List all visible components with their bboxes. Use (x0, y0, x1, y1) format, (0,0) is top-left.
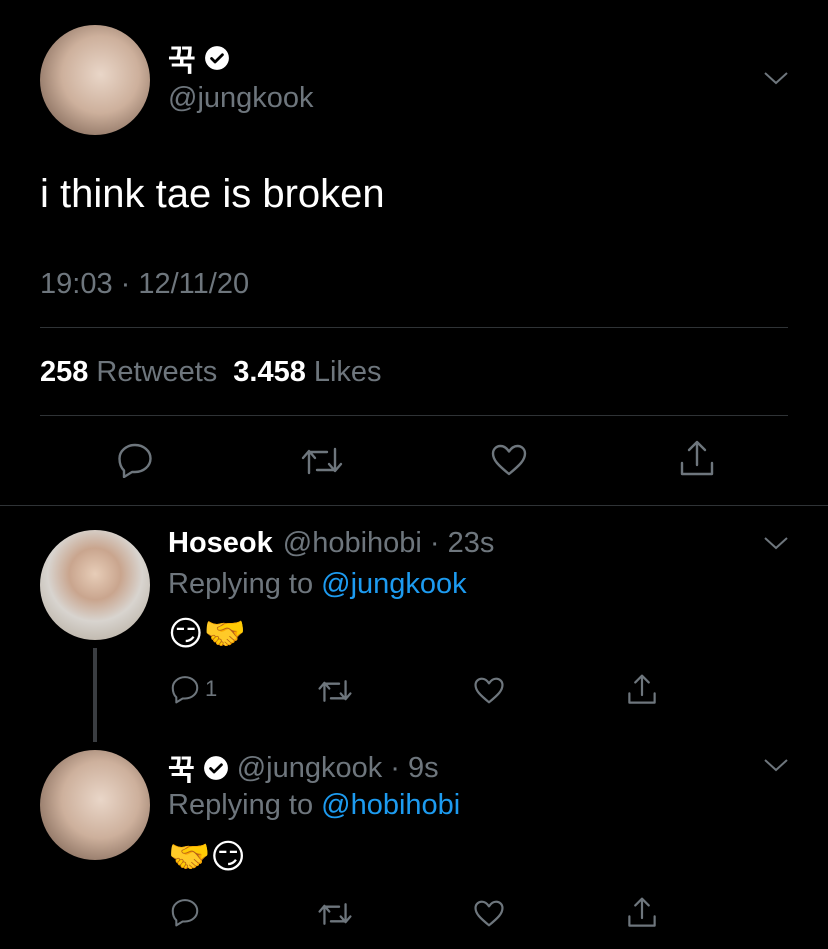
retweet-icon[interactable] (317, 901, 353, 927)
share-icon[interactable] (626, 673, 658, 707)
divider (0, 505, 828, 506)
reply-header: Hoseok @hobihobi · 23s (168, 527, 494, 560)
replying-to-mention[interactable]: @hobihobi (321, 789, 460, 821)
retweet-icon[interactable] (317, 678, 353, 704)
main-tweet-stats: 258 Retweets 3.458 Likes (40, 356, 382, 389)
replying-to-mention[interactable]: @jungkook (321, 568, 467, 600)
avatar-jungkook[interactable] (40, 750, 150, 860)
main-tweet-text: i think tae is broken (40, 172, 385, 216)
thread-line (93, 648, 97, 742)
reply-icon (170, 674, 200, 704)
replying-to-prefix: Replying to (168, 568, 314, 600)
avatar-hoseok[interactable] (40, 530, 150, 640)
reply-emoji-text: 😏🤝 (168, 614, 246, 654)
reply-count: 1 (205, 676, 218, 701)
chevron-down-icon[interactable] (763, 535, 789, 551)
reply-action-reply[interactable]: 1 (170, 674, 217, 704)
reply-handle-time[interactable]: @hobihobi · 23s (283, 527, 495, 560)
reply-emoji-text: 🤝😏 (168, 837, 246, 877)
divider (40, 415, 788, 416)
share-icon[interactable] (678, 439, 716, 479)
verified-badge-icon (204, 45, 230, 71)
likes-count[interactable]: 3.458 (233, 356, 306, 389)
verified-badge-icon (203, 755, 229, 781)
chevron-down-icon[interactable] (763, 70, 789, 86)
like-icon[interactable] (473, 899, 505, 928)
retweet-icon[interactable] (300, 445, 344, 477)
reply-header: 꾹 @jungkook · 9s (168, 747, 439, 789)
share-icon[interactable] (626, 896, 658, 930)
like-icon[interactable] (473, 676, 505, 705)
reply-icon[interactable] (116, 442, 154, 478)
replying-to-line: Replying to @jungkook (168, 568, 467, 601)
divider (40, 327, 788, 328)
main-tweet-timestamp[interactable]: 19:03 · 12/11/20 (40, 268, 249, 301)
replying-to-prefix: Replying to (168, 789, 314, 821)
retweets-label[interactable]: Retweets (96, 356, 217, 389)
likes-label[interactable]: Likes (314, 356, 382, 389)
like-icon[interactable] (490, 443, 528, 477)
main-tweet-display-name: 꾹 (168, 45, 196, 78)
reply-display-name[interactable]: 꾹 (168, 747, 195, 789)
chevron-down-icon[interactable] (763, 757, 789, 773)
reply-handle-time[interactable]: @jungkook · 9s (237, 752, 439, 785)
main-tweet-handle[interactable]: @jungkook (168, 82, 314, 115)
reply-display-name[interactable]: Hoseok (168, 527, 273, 560)
reply-icon[interactable] (170, 897, 200, 927)
main-tweet-author-name-row[interactable]: 꾹 (168, 40, 230, 78)
replying-to-line: Replying to @hobihobi (168, 789, 460, 822)
avatar-jungkook[interactable] (40, 25, 150, 135)
retweets-count[interactable]: 258 (40, 356, 88, 389)
